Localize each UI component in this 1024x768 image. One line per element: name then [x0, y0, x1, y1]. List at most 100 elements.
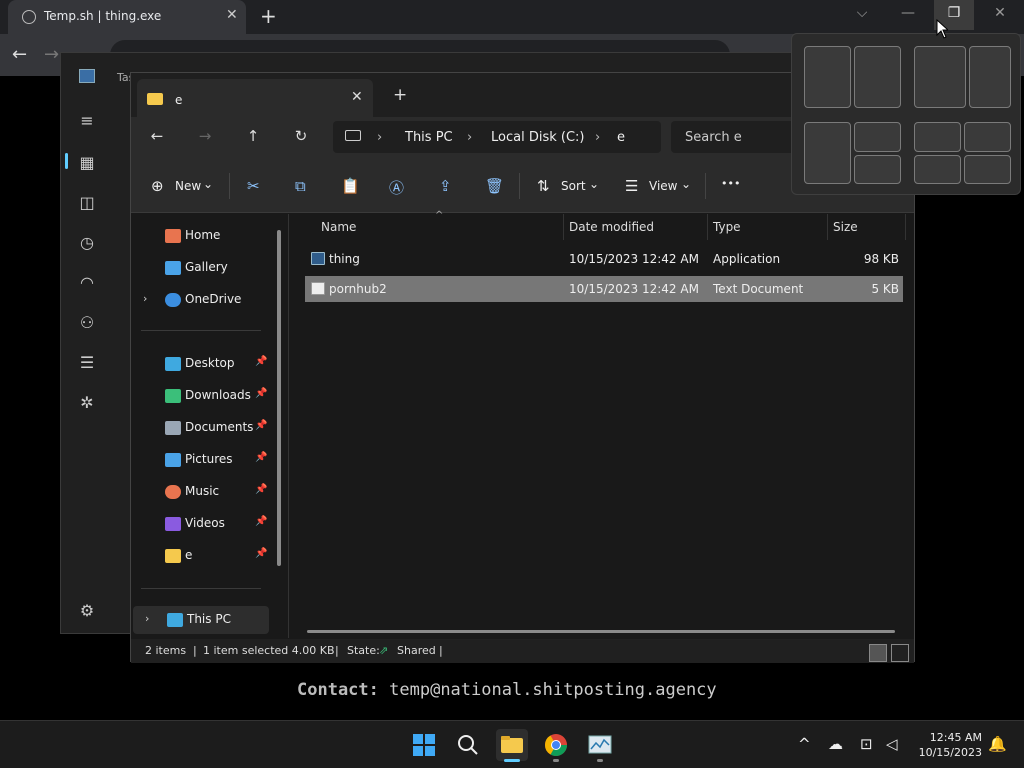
- copy-icon[interactable]: ⧉: [295, 177, 306, 195]
- snap-zone[interactable]: [854, 122, 901, 152]
- column-header-date[interactable]: Date modified: [569, 220, 654, 234]
- notification-bell-icon[interactable]: 🔔: [988, 735, 1007, 753]
- sort-icon[interactable]: ⇅: [537, 177, 550, 195]
- processes-icon[interactable]: ▦: [77, 153, 97, 172]
- new-chevron-icon[interactable]: ⌄: [203, 177, 213, 191]
- clock[interactable]: 12:45 AM 10/15/2023: [916, 730, 982, 760]
- view-button[interactable]: View: [649, 179, 677, 193]
- forward-arrow-icon[interactable]: →: [44, 44, 59, 65]
- explorer-tab[interactable]: e ✕: [137, 79, 373, 117]
- sort-chevron-icon[interactable]: ⌄: [589, 177, 599, 191]
- breadcrumb-e[interactable]: e: [617, 130, 625, 145]
- delete-icon[interactable]: 🗑: [485, 177, 504, 195]
- taskbar-file-explorer[interactable]: [496, 729, 528, 762]
- table-row[interactable]: pornhub2 10/15/2023 12:42 AM Text Docume…: [305, 276, 903, 302]
- snap-zone[interactable]: [804, 122, 851, 184]
- column-header-name[interactable]: Name: [321, 220, 356, 234]
- paste-icon[interactable]: 📋: [341, 177, 360, 195]
- sidebar-item-desktop[interactable]: Desktop 📌: [131, 350, 281, 378]
- new-tab-button[interactable]: +: [393, 85, 407, 105]
- close-tab-icon[interactable]: ✕: [351, 89, 363, 105]
- sidebar-item-documents[interactable]: Documents 📌: [131, 414, 281, 442]
- startup-apps-icon[interactable]: ◠: [77, 273, 97, 292]
- details-view-icon[interactable]: [869, 644, 887, 662]
- volume-muted-icon[interactable]: ◁: [886, 735, 898, 753]
- sidebar-item-music[interactable]: Music 📌: [131, 478, 281, 506]
- column-divider[interactable]: [563, 214, 564, 240]
- contact-email[interactable]: temp@national.shitposting.agency: [389, 680, 717, 700]
- new-button[interactable]: New: [175, 179, 201, 193]
- taskbar-task-manager[interactable]: [584, 729, 616, 762]
- share-icon[interactable]: ⇪: [439, 177, 452, 195]
- column-divider[interactable]: [905, 214, 906, 240]
- snap-zone[interactable]: [854, 155, 901, 184]
- snap-zone[interactable]: [964, 155, 1011, 184]
- forward-arrow-icon[interactable]: →: [193, 127, 217, 145]
- hamburger-menu-icon[interactable]: ≡: [77, 111, 97, 130]
- sidebar-item-e[interactable]: e 📌: [131, 542, 281, 570]
- show-hidden-icons[interactable]: ^: [798, 735, 811, 753]
- column-divider[interactable]: [827, 214, 828, 240]
- rename-icon[interactable]: Ⓐ: [389, 177, 404, 198]
- snap-zone[interactable]: [854, 46, 901, 108]
- column-header-size[interactable]: Size: [833, 220, 858, 234]
- chevron-right-icon[interactable]: ›: [145, 612, 149, 625]
- sidebar-item-this-pc[interactable]: › This PC: [133, 606, 269, 634]
- column-divider[interactable]: [707, 214, 708, 240]
- sidebar-item-videos[interactable]: Videos 📌: [131, 510, 281, 538]
- snap-zone[interactable]: [804, 46, 851, 108]
- search-input[interactable]: Search e: [671, 121, 811, 153]
- snap-zone[interactable]: [969, 46, 1011, 108]
- back-arrow-icon[interactable]: ←: [12, 44, 27, 65]
- search-button[interactable]: [452, 729, 484, 761]
- cut-icon[interactable]: ✂: [247, 177, 260, 195]
- breadcrumb-this-pc[interactable]: This PC: [405, 130, 453, 145]
- performance-icon[interactable]: ◫: [77, 193, 97, 212]
- breadcrumb-separator[interactable]: ›: [467, 130, 472, 145]
- sidebar-item-home[interactable]: Home: [131, 222, 281, 250]
- minimize-button[interactable]: —: [888, 5, 928, 21]
- snap-zone[interactable]: [914, 46, 966, 108]
- sidebar-item-onedrive[interactable]: › OneDrive: [131, 286, 281, 314]
- table-row[interactable]: thing 10/15/2023 12:42 AM Application 98…: [305, 246, 903, 272]
- start-button[interactable]: [408, 729, 440, 761]
- breadcrumb-local-disk[interactable]: Local Disk (C:): [491, 130, 584, 145]
- sort-button[interactable]: Sort: [561, 179, 586, 193]
- details-icon[interactable]: ☰: [77, 353, 97, 372]
- network-icon[interactable]: ⊡: [860, 735, 873, 753]
- horizontal-scrollbar[interactable]: [307, 630, 895, 633]
- snap-zone[interactable]: [914, 155, 961, 184]
- tiles-view-icon[interactable]: [891, 644, 909, 662]
- settings-gear-icon[interactable]: ⚙: [77, 601, 97, 620]
- breadcrumb[interactable]: › This PC › Local Disk (C:) › e: [333, 121, 661, 153]
- new-tab-button[interactable]: +: [260, 4, 277, 28]
- nav-scrollbar[interactable]: [277, 230, 281, 566]
- onedrive-icon[interactable]: ☁: [828, 735, 843, 753]
- sidebar-item-pictures[interactable]: Pictures 📌: [131, 446, 281, 474]
- taskbar-chrome[interactable]: [540, 729, 572, 762]
- view-icon[interactable]: ☰: [625, 177, 638, 195]
- tab-search-icon[interactable]: ⌵: [842, 5, 882, 21]
- view-chevron-icon[interactable]: ⌄: [681, 177, 691, 191]
- snap-zone[interactable]: [964, 122, 1011, 152]
- breadcrumb-separator[interactable]: ›: [595, 130, 600, 145]
- more-options-button[interactable]: •••: [721, 177, 740, 190]
- close-tab-icon[interactable]: ✕: [226, 7, 238, 23]
- back-arrow-icon[interactable]: ←: [145, 127, 169, 145]
- app-history-icon[interactable]: ◷: [77, 233, 97, 252]
- snap-zone[interactable]: [914, 122, 961, 152]
- new-icon[interactable]: ⊕: [151, 177, 164, 195]
- sidebar-item-downloads[interactable]: Downloads 📌: [131, 382, 281, 410]
- sidebar-item-gallery[interactable]: Gallery: [131, 254, 281, 282]
- up-arrow-icon[interactable]: ↑: [241, 127, 265, 145]
- toolbar-divider: [519, 173, 520, 199]
- chevron-right-icon[interactable]: ›: [143, 292, 147, 305]
- close-button[interactable]: ✕: [980, 5, 1020, 21]
- services-icon[interactable]: ✲: [77, 393, 97, 412]
- breadcrumb-separator[interactable]: ›: [377, 130, 382, 145]
- refresh-icon[interactable]: ↻: [289, 127, 313, 145]
- column-header-type[interactable]: Type: [713, 220, 741, 234]
- browser-tab[interactable]: Temp.sh | thing.exe ✕: [8, 0, 246, 34]
- search-placeholder: Search e: [685, 130, 742, 145]
- users-icon[interactable]: ⚇: [77, 313, 97, 332]
